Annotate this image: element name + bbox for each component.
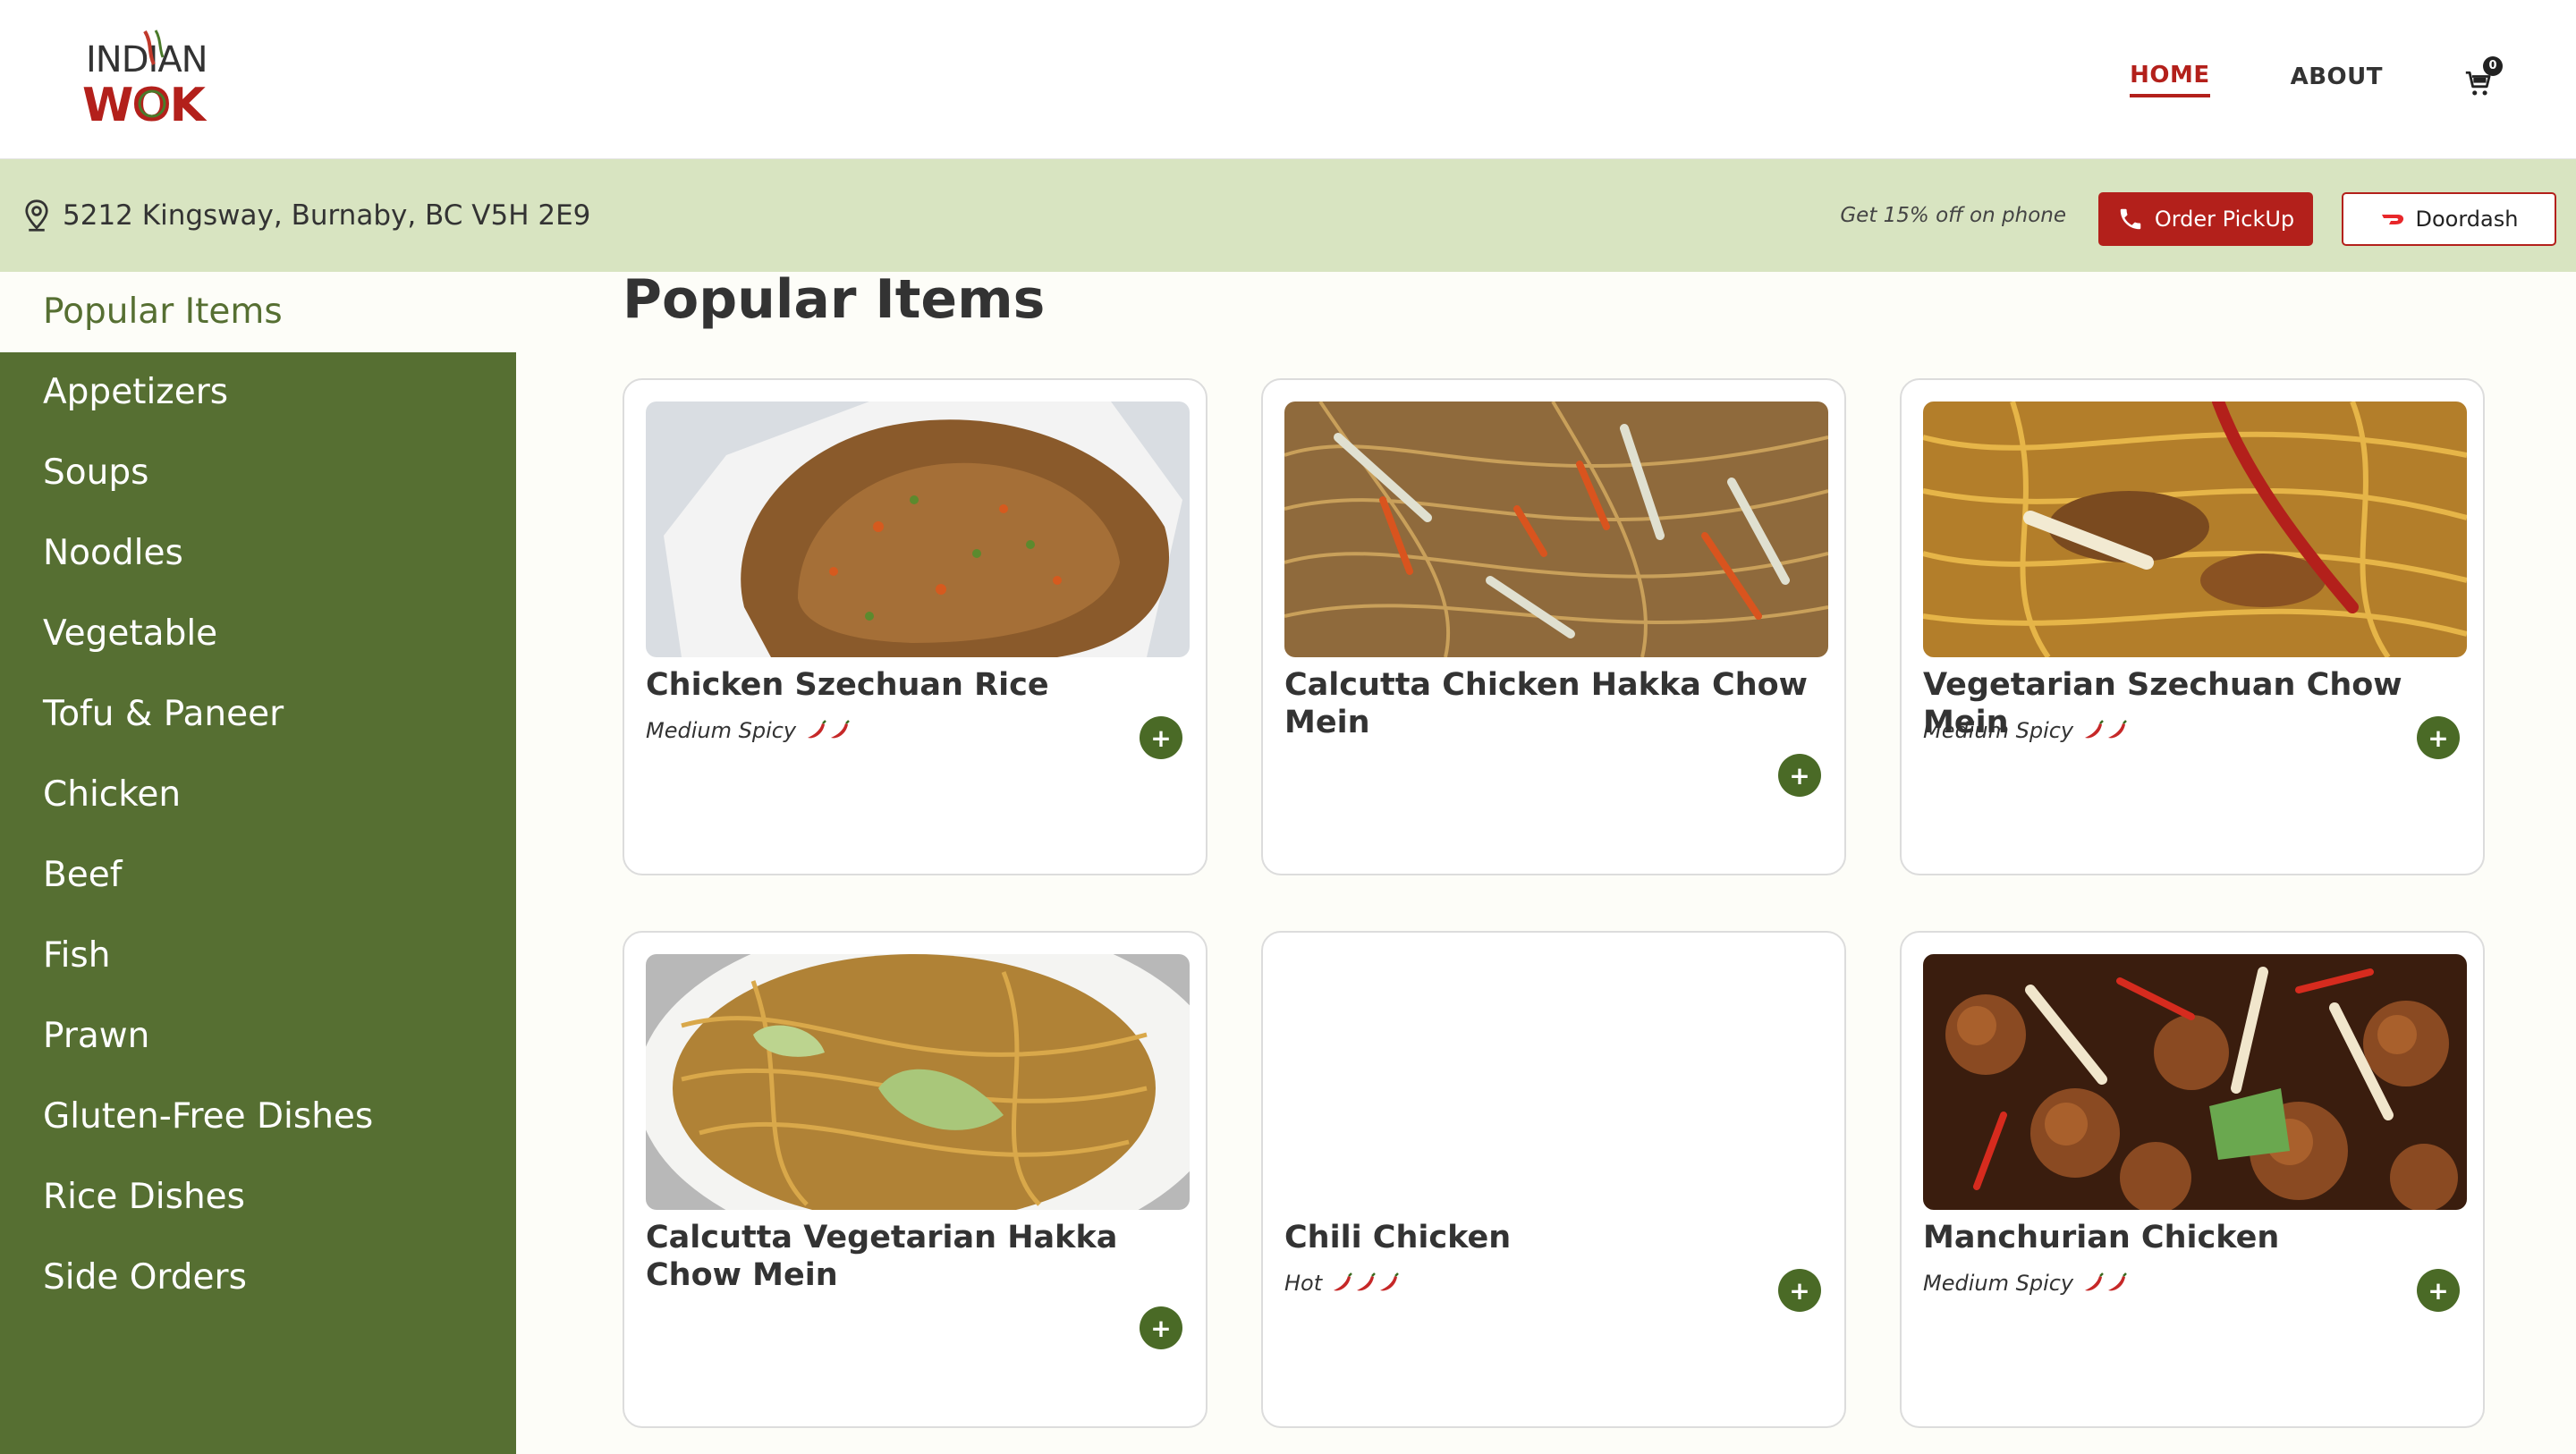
cart-count-badge: 0 xyxy=(2483,56,2503,76)
sidebar-item-appetizers[interactable]: Appetizers xyxy=(0,352,516,433)
doordash-label: Doordash xyxy=(2415,207,2519,232)
menu-item-card[interactable]: Chili Chicken Hot + xyxy=(1261,931,1846,1428)
szechuan-noodles-photo xyxy=(1923,402,2467,657)
sidebar-item-tofu-paneer[interactable]: Tofu & Paneer xyxy=(0,674,516,755)
sidebar-item-popular-items[interactable]: Popular Items xyxy=(0,272,516,352)
sidebar-item-gluten-free-dishes[interactable]: Gluten-Free Dishes xyxy=(0,1077,516,1157)
doordash-button[interactable]: Doordash xyxy=(2342,192,2556,246)
menu-item-name: Chili Chicken xyxy=(1284,1220,1512,1255)
add-to-cart-button[interactable]: + xyxy=(2417,716,2460,759)
logo-line2: WOK xyxy=(82,79,208,130)
nav-about-link[interactable]: ABOUT xyxy=(2291,63,2383,96)
add-to-cart-button[interactable]: + xyxy=(1140,716,1182,759)
add-to-cart-button[interactable]: + xyxy=(2417,1269,2460,1312)
menu-item-name: Calcutta Chicken Hakka Chow Mein xyxy=(1284,667,1809,740)
menu-item-card[interactable]: Calcutta Chicken Hakka Chow Mein + xyxy=(1261,378,1846,875)
logo-line1: INDIAN xyxy=(86,39,208,80)
sidebar-item-chicken[interactable]: Chicken xyxy=(0,755,516,835)
spice-level: Medium Spicy xyxy=(1923,1271,2129,1296)
spice-level-label: Hot xyxy=(1284,1271,1323,1296)
menu-item-name: Chicken Szechuan Rice xyxy=(646,667,1049,703)
fried-rice-photo xyxy=(646,402,1190,657)
menu-item-card[interactable]: Chicken Szechuan Rice Medium Spicy + xyxy=(623,378,1208,875)
phone-promo-text: Get 15% off on phone xyxy=(1840,204,2066,227)
add-to-cart-button[interactable]: + xyxy=(1778,754,1821,797)
sidebar-item-beef[interactable]: Beef xyxy=(0,835,516,916)
address-block: 5212 Kingsway, Burnaby, BC V5H 2E9 xyxy=(23,159,590,272)
sidebar-item-soups[interactable]: Soups xyxy=(0,433,516,513)
sidebar-item-vegetable[interactable]: Vegetable xyxy=(0,594,516,674)
add-to-cart-button[interactable]: + xyxy=(1140,1306,1182,1349)
indian-wok-logo[interactable]: INDIAN WOK xyxy=(82,27,216,132)
doordash-logo-icon xyxy=(2381,215,2403,224)
menu-item-name: Calcutta Vegetarian Hakka Chow Mein xyxy=(646,1220,1118,1293)
menu-item-card[interactable]: Manchurian Chicken Medium Spicy + xyxy=(1900,931,2485,1428)
sidebar-item-rice-dishes[interactable]: Rice Dishes xyxy=(0,1157,516,1238)
order-pickup-button[interactable]: Order PickUp xyxy=(2098,192,2313,246)
main-nav: HOME ABOUT 0 xyxy=(2130,0,2576,159)
chili-icon xyxy=(2085,1272,2105,1291)
address-text: 5212 Kingsway, Burnaby, BC V5H 2E9 xyxy=(63,199,591,232)
menu-item-name: Manchurian Chicken xyxy=(1923,1220,2280,1255)
sidebar-item-prawn[interactable]: Prawn xyxy=(0,996,516,1077)
cart-button[interactable]: 0 xyxy=(2463,56,2503,97)
chili-icon xyxy=(808,720,827,739)
spice-level-label: Medium Spicy xyxy=(1923,1271,2074,1296)
spice-level-label: Medium Spicy xyxy=(1923,718,2074,743)
location-pin-icon xyxy=(25,199,48,232)
spice-level: Medium Spicy xyxy=(1923,718,2129,743)
chow-mein-photo xyxy=(1284,402,1828,657)
manchurian-chicken-photo xyxy=(1923,954,2467,1210)
spice-level: Medium Spicy xyxy=(646,718,852,743)
chili-icon xyxy=(2085,720,2105,739)
add-to-cart-button[interactable]: + xyxy=(1778,1269,1821,1312)
spice-level-label: Medium Spicy xyxy=(646,718,797,743)
sidebar-item-noodles[interactable]: Noodles xyxy=(0,513,516,594)
order-pickup-label: Order PickUp xyxy=(2154,207,2295,232)
veg-chow-mein-photo xyxy=(646,954,1190,1210)
site-header: INDIAN WOK HOME ABOUT 0 xyxy=(0,0,2576,159)
chili-icon xyxy=(1380,1272,1400,1291)
sidebar-item-side-orders[interactable]: Side Orders xyxy=(0,1238,516,1318)
menu-item-card[interactable]: Vegetarian Szechuan Chow Mein Medium Spi… xyxy=(1900,378,2485,875)
nav-home-link[interactable]: HOME xyxy=(2130,62,2210,97)
info-bar: 5212 Kingsway, Burnaby, BC V5H 2E9 Get 1… xyxy=(0,159,2576,272)
chili-icon xyxy=(2108,1272,2128,1291)
menu-item-card[interactable]: Calcutta Vegetarian Hakka Chow Mein + xyxy=(623,931,1208,1428)
chili-icon xyxy=(1334,1272,1353,1291)
chili-icon xyxy=(831,720,851,739)
category-sidebar: Popular Items Appetizers Soups Noodles V… xyxy=(0,272,516,1454)
sidebar-item-fish[interactable]: Fish xyxy=(0,916,516,996)
phone-icon xyxy=(2120,208,2141,230)
chili-icon xyxy=(2108,720,2128,739)
chili-icon xyxy=(1357,1272,1377,1291)
spice-level: Hot xyxy=(1284,1271,1401,1296)
page-title: Popular Items xyxy=(623,268,1046,331)
